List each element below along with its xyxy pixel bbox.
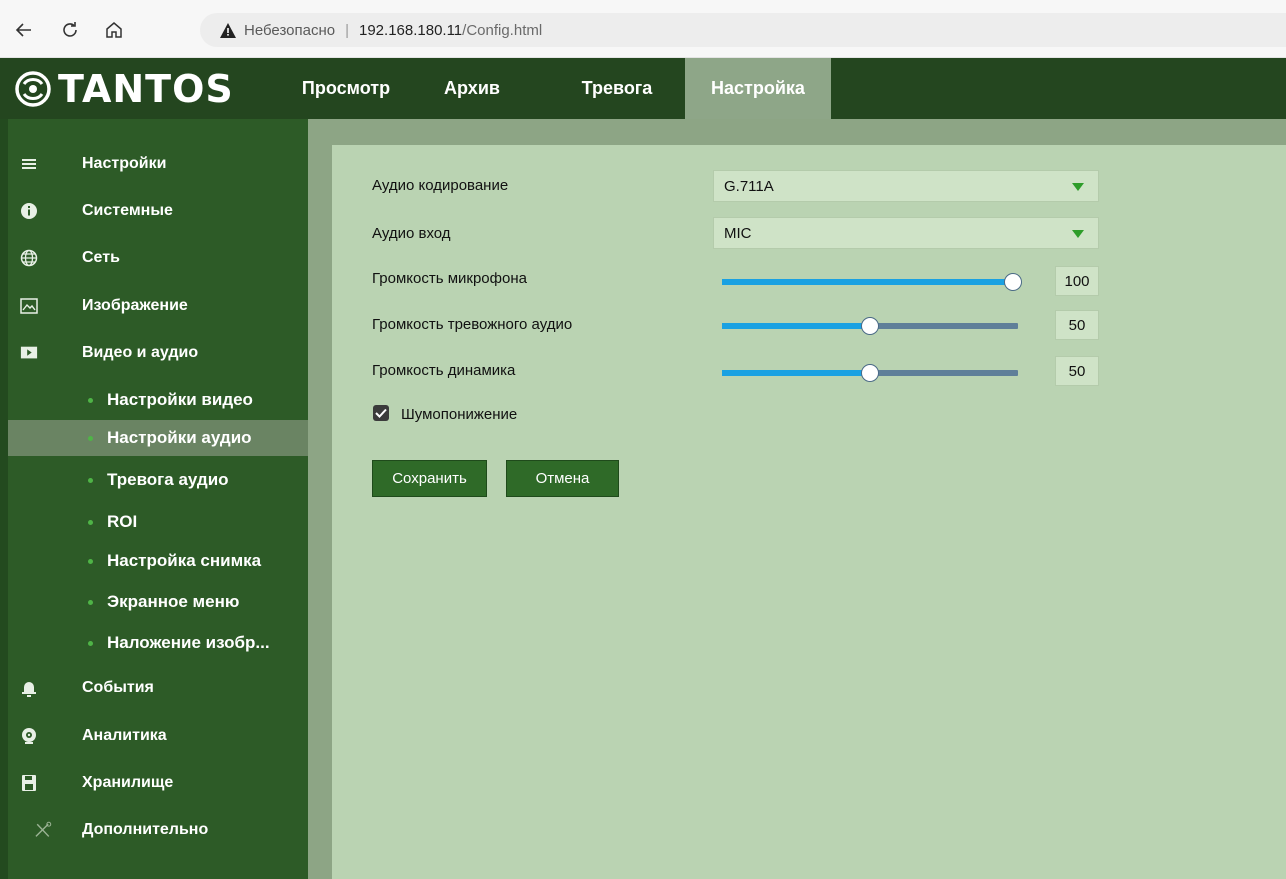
tab-alarm[interactable]: Тревога: [558, 58, 676, 119]
sidebar-item-label: Системные: [82, 202, 173, 219]
security-label[interactable]: Небезопасно: [244, 22, 335, 39]
audio-input-value: MIC: [724, 224, 752, 242]
noise-reduction-label[interactable]: Шумопонижение: [401, 406, 517, 423]
sidebar-subitem-label: ROI: [107, 512, 138, 531]
speaker-volume-slider[interactable]: [722, 363, 1018, 383]
bullet-dot-icon: [88, 558, 93, 564]
camera-lens-icon: [20, 727, 38, 745]
save-button[interactable]: Сохранить: [372, 460, 487, 497]
tab-archive[interactable]: Архив: [430, 58, 514, 119]
sidebar-subitem-roi[interactable]: ROI: [8, 504, 308, 540]
sidebar-item-image[interactable]: Изображение: [0, 288, 308, 324]
checkmark-icon: [375, 408, 387, 418]
dropdown-arrow-icon: [1072, 183, 1084, 191]
bullet-dot-icon: [88, 519, 93, 525]
tantos-logo-icon: [15, 71, 51, 107]
sidebar-item-label: Настройки: [82, 155, 167, 172]
reload-icon[interactable]: [56, 16, 84, 44]
sidebar-subitem-label: Экранное меню: [107, 592, 240, 611]
slider-fill: [722, 370, 870, 376]
sidebar-subitem-label: Настройки аудио: [107, 428, 252, 447]
slider-fill: [722, 279, 1018, 285]
speaker-volume-value[interactable]: 50: [1055, 356, 1099, 386]
address-separator: |: [345, 21, 349, 39]
cancel-button[interactable]: Отмена: [506, 460, 619, 497]
audio-encoding-label: Аудио кодирование: [372, 177, 509, 194]
sidebar-subitem-alarm-audio[interactable]: Тревога аудио: [8, 462, 308, 498]
mic-volume-slider[interactable]: [722, 272, 1022, 292]
home-icon[interactable]: [100, 16, 128, 44]
sidebar-subitem-label: Тревога аудио: [107, 470, 229, 489]
floppy-icon: [20, 774, 38, 792]
bullet-dot-icon: [88, 640, 93, 646]
sidebar-item-analytics[interactable]: Аналитика: [0, 718, 308, 754]
speaker-volume-label: Громкость динамика: [372, 362, 516, 379]
sidebar-subitem-osd[interactable]: Экранное меню: [8, 584, 308, 620]
mic-volume-value[interactable]: 100: [1055, 266, 1099, 296]
list-icon: [20, 155, 38, 173]
sidebar-item-events[interactable]: События: [0, 670, 308, 706]
sidebar-item-label: События: [82, 679, 154, 696]
globe-icon: [20, 249, 38, 267]
bullet-dot-icon: [88, 599, 93, 605]
play-icon: [20, 344, 38, 362]
sidebar-subitem-video-settings[interactable]: Настройки видео: [8, 382, 308, 418]
address-bar[interactable]: Небезопасно | 192.168.180.11/Config.html: [200, 13, 1286, 47]
sidebar-subitem-audio-settings[interactable]: Настройки аудио: [8, 420, 308, 456]
sidebar-subitem-label: Наложение изобр...: [107, 633, 270, 652]
brand-name: TANTOS: [58, 67, 234, 111]
sidebar-item-label: Дополнительно: [82, 821, 209, 838]
app-header: TANTOS Просмотр Архив Тревога Настройка: [0, 58, 1286, 119]
sidebar-item-label: Видео и аудио: [82, 344, 199, 361]
sidebar-item-label: Аналитика: [82, 727, 167, 744]
sidebar-subitem-snapshot[interactable]: Настройка снимка: [8, 543, 308, 579]
tab-settings[interactable]: Настройка: [685, 58, 831, 119]
sidebar-subitem-label: Настройка снимка: [107, 551, 262, 570]
slider-fill: [722, 323, 870, 329]
slider-thumb[interactable]: [861, 364, 879, 382]
bell-icon: [20, 679, 38, 697]
tab-view[interactable]: Просмотр: [286, 58, 406, 119]
image-icon: [20, 297, 38, 315]
sidebar-subitem-label: Настройки видео: [107, 390, 253, 409]
sidebar-item-label: Изображение: [82, 297, 188, 314]
sidebar-item-network[interactable]: Сеть: [0, 240, 308, 276]
audio-encoding-value: G.711A: [724, 177, 774, 195]
alarm-audio-volume-label: Громкость тревожного аудио: [372, 316, 573, 333]
tools-icon: [34, 821, 52, 839]
slider-thumb[interactable]: [861, 317, 879, 335]
dropdown-arrow-icon: [1072, 230, 1084, 238]
sidebar-item-video-audio[interactable]: Видео и аудио: [0, 335, 308, 371]
sidebar-item-label: Хранилище: [82, 774, 174, 791]
sidebar-subitem-overlay[interactable]: Наложение изобр...: [8, 625, 308, 661]
sidebar-item-label: Сеть: [82, 249, 120, 266]
url-path: /Config.html: [462, 21, 543, 39]
sidebar-item-storage[interactable]: Хранилище: [0, 765, 308, 801]
info-icon: [20, 202, 38, 220]
audio-input-label: Аудио вход: [372, 225, 451, 242]
mic-volume-label: Громкость микрофона: [372, 270, 527, 287]
back-arrow-icon[interactable]: [10, 16, 38, 44]
noise-reduction-checkbox[interactable]: [373, 405, 389, 421]
alarm-audio-volume-value[interactable]: 50: [1055, 310, 1099, 340]
bullet-dot-icon: [88, 477, 93, 483]
audio-input-select[interactable]: MIC: [713, 217, 1099, 249]
sidebar-item-advanced[interactable]: Дополнительно: [0, 812, 308, 848]
bullet-dot-icon: [88, 397, 93, 403]
audio-settings-panel: [332, 145, 1286, 879]
sidebar-item-settings[interactable]: Настройки: [0, 146, 308, 182]
sidebar-item-system[interactable]: Системные: [0, 193, 308, 229]
audio-encoding-select[interactable]: G.711A: [713, 170, 1099, 202]
warning-icon[interactable]: [220, 22, 236, 38]
alarm-audio-volume-slider[interactable]: [722, 316, 1018, 336]
browser-toolbar: Небезопасно | 192.168.180.11/Config.html: [0, 0, 1286, 58]
slider-thumb[interactable]: [1004, 273, 1022, 291]
url-host: 192.168.180.11: [359, 21, 463, 39]
brand-logo: TANTOS: [14, 67, 234, 111]
bullet-dot-icon: [88, 435, 93, 441]
